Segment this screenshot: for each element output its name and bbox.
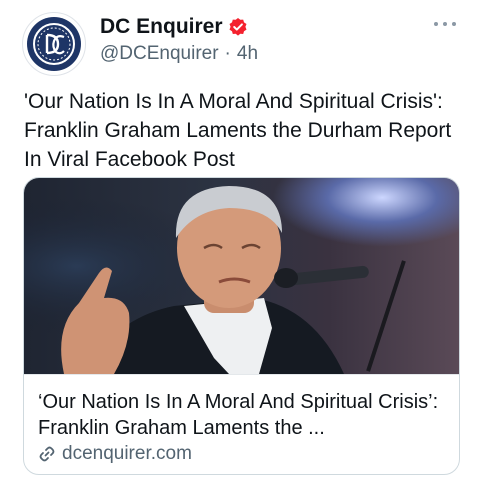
- tweet[interactable]: DC Enquirer @DCEnquirer · 4h 'Our Nation…: [0, 0, 482, 500]
- avatar-logo-icon: [27, 17, 81, 71]
- card-image[interactable]: [24, 178, 459, 374]
- separator: ·: [224, 43, 231, 64]
- card-title[interactable]: ‘Our Nation Is In A Moral And Spiritual …: [38, 389, 448, 441]
- handle-row: @DCEnquirer · 4h: [100, 43, 462, 65]
- card-body[interactable]: ‘Our Nation Is In A Moral And Spiritual …: [24, 374, 459, 474]
- handle[interactable]: @DCEnquirer: [100, 43, 219, 65]
- tweet-header: DC Enquirer @DCEnquirer · 4h: [100, 13, 462, 69]
- display-name[interactable]: DC Enquirer: [100, 15, 223, 39]
- avatar[interactable]: [22, 12, 86, 76]
- article-photo: [24, 178, 459, 374]
- verified-badge-icon: [228, 17, 248, 37]
- link-icon: [38, 445, 56, 463]
- card-domain[interactable]: dcenquirer.com: [38, 443, 192, 465]
- timestamp[interactable]: 4h: [237, 43, 258, 65]
- more-options-icon[interactable]: [434, 19, 456, 29]
- card-domain-text: dcenquirer.com: [62, 443, 192, 464]
- name-row: DC Enquirer: [100, 13, 462, 41]
- link-card[interactable]: ‘Our Nation Is In A Moral And Spiritual …: [23, 177, 460, 475]
- tweet-text: 'Our Nation Is In A Moral And Spiritual …: [24, 90, 452, 171]
